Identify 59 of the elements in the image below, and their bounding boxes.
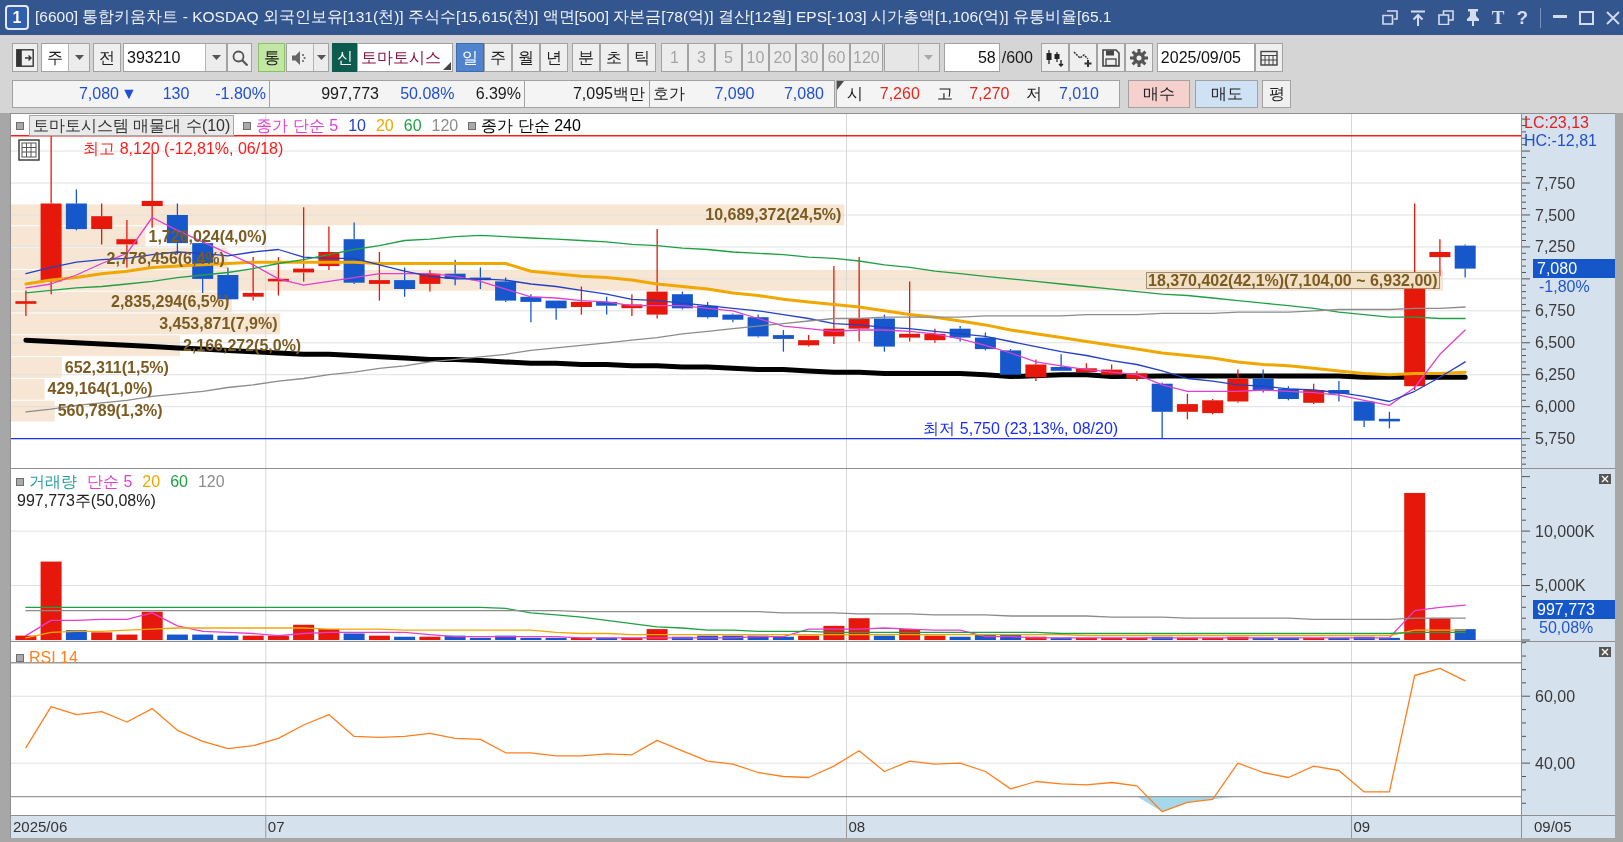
legend-label: 20: [142, 472, 161, 491]
legend-label: 거래량: [29, 472, 77, 491]
lc-label: LC:23,13: [1524, 114, 1589, 132]
axis-label: 60,00: [1535, 687, 1576, 705]
quote-value: 7,080: [78, 84, 119, 104]
axis-label: 6,500: [1535, 334, 1576, 352]
quote-value: 997,773: [321, 84, 379, 104]
reference-label: 최저 5,750 (23,13%, 08/20): [923, 419, 1119, 437]
count-total: /600: [1001, 47, 1033, 68]
legend-label: 120: [431, 116, 459, 135]
quote-value: 7,080: [783, 84, 824, 104]
quote-value: 50.08%: [400, 84, 455, 104]
hc-label: HC:-12,81: [1524, 132, 1597, 150]
axis-label: 6,750: [1535, 302, 1576, 320]
axis-label: 7,250: [1535, 238, 1576, 256]
date-label: 07: [267, 818, 285, 835]
window-title: [6600] 통합키움차트 - KOSDAQ 외국인보유[131(천)] 주식수[15,615(천)] 액면[500] 자본금[78(억)] 결산[12월] EPS[-103] 시가총액[1,106(억)] 유통비율[65.1: [35, 8, 1112, 27]
legend-label: 120: [197, 472, 225, 491]
quote-label: 호가: [653, 84, 685, 104]
quote-label: 고: [936, 84, 953, 104]
axis-label: 40,00: [1535, 754, 1576, 772]
legend-label: 20: [375, 116, 394, 135]
date-label: 09: [1353, 818, 1371, 835]
quote-value: 7,090: [714, 84, 755, 104]
date-label: 09/05: [1534, 818, 1572, 836]
quote-value: 7,270: [969, 84, 1010, 104]
current-volume-tag: 997,773: [1533, 600, 1615, 619]
legend-label: 종가 단순 240: [481, 116, 581, 135]
axis-label: 6,000: [1535, 398, 1576, 416]
volume-rate-label: 50,08%: [1539, 619, 1594, 636]
quote-value: 7,010: [1058, 84, 1099, 104]
legend-label: 60: [403, 116, 422, 135]
quote-label: 시: [847, 84, 863, 104]
axis-label: 7,750: [1535, 174, 1576, 192]
change-arrow: ▼: [120, 84, 137, 104]
volume-info: 997,773주(50,08%): [17, 491, 156, 511]
quote-value: 130: [162, 84, 190, 104]
axis-label: 5,750: [1535, 430, 1576, 448]
window-number: 1: [5, 5, 29, 30]
legend-label: 단순 5: [87, 472, 133, 491]
legend-label: 60: [170, 472, 188, 491]
date-label: 08: [848, 818, 866, 835]
axis-label: 7,500: [1535, 206, 1576, 224]
legend-label: RSI 14: [29, 648, 78, 667]
quote-value: -1.80%: [215, 84, 266, 104]
legend-label: 종가 단순 5: [256, 116, 339, 135]
current-price-tag: 7,080: [1533, 259, 1615, 279]
change-rate-label: -1,80%: [1539, 278, 1590, 296]
date-label: 2025/06: [13, 818, 68, 836]
axis-label: 10,000K: [1535, 522, 1595, 540]
axis-label: 5,000K: [1535, 577, 1586, 594]
axis-label: 6,250: [1535, 366, 1576, 384]
legend-label: 10: [348, 116, 366, 135]
quote-value: 7,095백만: [572, 84, 645, 104]
quote-value: 7,260: [879, 84, 920, 104]
reference-label: 최고 8,120 (-12,81%, 06/18): [83, 139, 284, 157]
stock-tag: 신: [332, 43, 357, 72]
quote-value: 6.39%: [475, 84, 521, 104]
quote-label: 저: [1026, 84, 1043, 104]
